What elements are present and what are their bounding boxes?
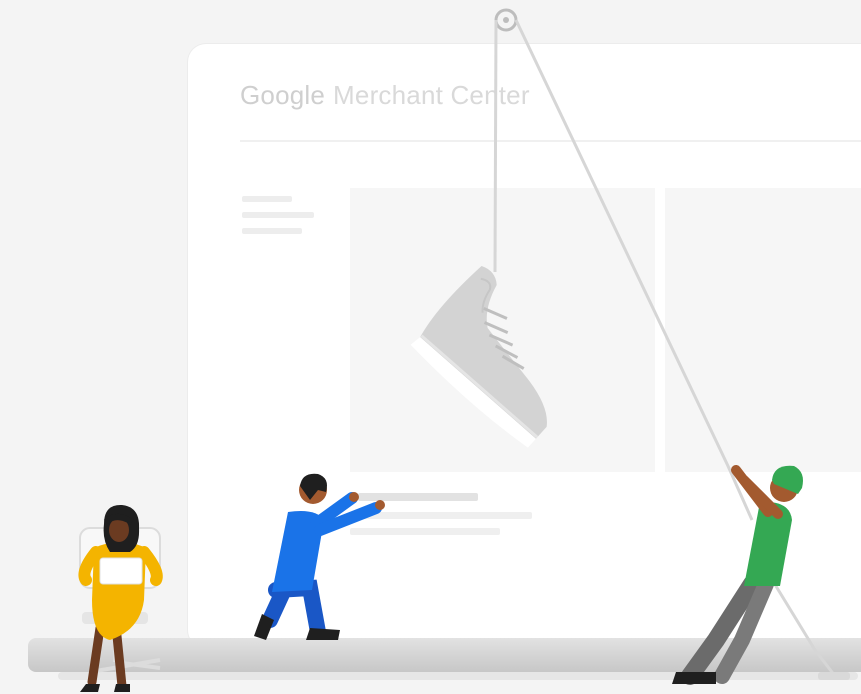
scene-artwork: [78, 8, 850, 692]
pulley-icon: [494, 8, 518, 32]
illustration-scene: Google Merchant Center: [0, 0, 861, 694]
rope-to-puller: [514, 19, 754, 521]
sneaker-icon: [410, 265, 547, 448]
person-with-laptop: [78, 504, 163, 692]
person-kneeling: [254, 473, 478, 640]
rope-to-shoe: [493, 19, 498, 273]
rope-end-coil: [818, 672, 850, 680]
person-pulling-rope: [672, 465, 803, 685]
